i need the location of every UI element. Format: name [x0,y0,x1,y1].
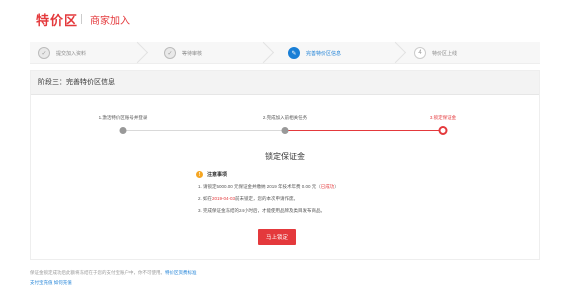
stage-panel: 阶段三：完善特价区信息 1.激活特价区账号并登录 2.完成加入前相关任务 3.锁… [30,70,540,260]
step-separator [256,42,266,64]
step-await-review: ✓ 等待审核 [164,42,202,64]
step-label: 特价区上线 [432,50,458,57]
note-text: 2. 如在 [198,196,213,201]
progress-dot [119,127,127,134]
step-label: 完善特价区信息 [306,50,342,57]
step-submit-info: ✓ 提交加入资料 [38,42,86,64]
step-go-live: 4 特价区上线 [414,42,457,64]
progress-label-3: 3.锁定保证金 [429,115,457,120]
note-text: 前未锁定，您的本次申请作废。 [235,196,299,201]
panel-header: 阶段三：完善特价区信息 [31,71,539,95]
step-separator [130,42,140,64]
progress-dot-current [438,126,448,135]
step-complete-info: ✎ 完善特价区信息 [288,42,341,64]
brand-title[interactable]: 特价区 [36,10,78,29]
notes-heading: ! 注意事项 [196,171,426,178]
panel-title: 阶段三：完善特价区信息 [38,79,115,86]
note-text: ） [334,184,339,189]
edit-icon: ✎ [288,47,300,59]
step-number-icon: 4 [414,47,426,59]
header-divider [81,14,82,24]
status-link[interactable]: 已成功 [321,184,335,189]
footer-text: 保证金锁定成功后此额将冻结在于您的支付宝账户中，你不可使用。 [30,270,165,275]
note-item-3: 3. 完成保证金冻结的24小时后，才能使用品牌及类目发布商品。 [198,208,326,213]
page-header: 特价区 商家加入 [0,0,574,34]
note-item-1: 1. 请锁定5000.00 元保证金并缴纳 2019 年技术年费 0.00 元（… [198,184,426,190]
check-icon: ✓ [164,47,176,59]
footer-note: 保证金锁定成功后此额将冻结在于您的支付宝账户中，你不可使用。特价区资费标准 [30,270,197,276]
note-item-2: 2. 如在2019-04-03前未锁定，您的本次申请作废。 [198,196,426,202]
notes-block: ! 注意事项 1. 请锁定5000.00 元保证金并缴纳 2019 年技术年费 … [196,171,426,220]
progress-line-active [285,130,443,131]
header-subtitle: 商家加入 [90,16,130,27]
progress-dot [281,127,289,134]
step-label: 提交加入资料 [56,50,87,57]
fee-standard-link[interactable]: 特价区资费标准 [165,270,197,275]
step-bar: ✓ 提交加入资料 ✓ 等待审核 ✎ 完善特价区信息 4 特价区上线 [30,42,540,64]
step-separator [388,42,398,64]
deadline-date: 2019-04-03 [212,196,236,201]
recharge-link[interactable]: 支付宝充值 如何充值 [30,280,72,286]
progress-label-2: 2.完成加入前相关任务 [262,115,308,120]
lock-deposit-title: 锁定保证金 [265,152,305,161]
warning-icon: ! [196,171,203,178]
progress-line [123,130,285,131]
progress-tracker: 1.激活特价区账号并登录 2.完成加入前相关任务 3.锁定保证金 [31,111,539,141]
note-text: 1. 请锁定5000.00 元保证金并缴纳 2019 年技术年费 0.00 元（ [198,184,321,189]
check-icon: ✓ [38,47,50,59]
lock-now-button[interactable]: 马上锁定 [258,229,296,245]
progress-label-1: 1.激活特价区账号并登录 [98,115,148,120]
notes-heading-label: 注意事项 [207,172,228,178]
step-label: 等待审核 [182,50,203,57]
